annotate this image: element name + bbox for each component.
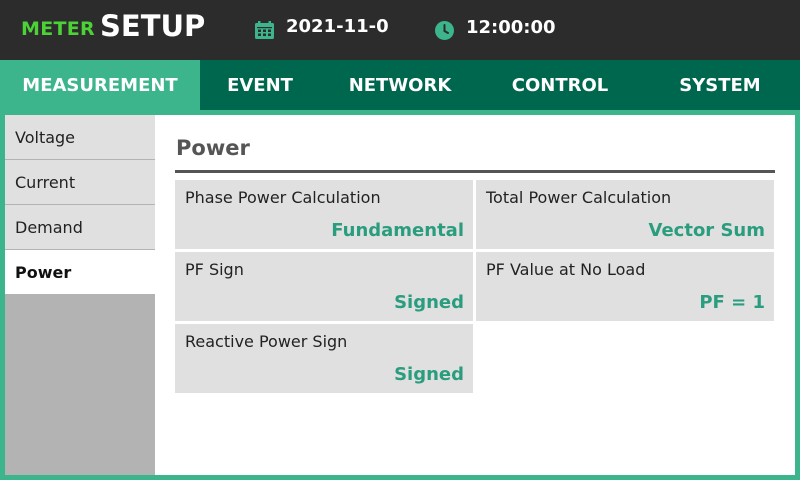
sidebar-item-demand[interactable]: Demand <box>5 205 155 249</box>
page-title: SETUP <box>100 9 206 43</box>
setting-label: Phase Power Calculation <box>185 188 381 207</box>
tab-control[interactable]: CONTROL <box>480 60 640 110</box>
brand-prefix: METER <box>21 18 95 40</box>
calendar-icon <box>255 21 274 39</box>
setting-value: PF = 1 <box>699 292 765 313</box>
sidebar-item-power[interactable]: Power <box>5 250 155 294</box>
setting-label: PF Value at No Load <box>486 260 646 279</box>
sidebar: Voltage Current Demand Power <box>5 115 155 475</box>
date-display: 2021-11-0 <box>286 16 389 37</box>
tab-system[interactable]: SYSTEM <box>640 60 800 110</box>
setting-reactive-power-sign[interactable]: Reactive Power Sign Signed <box>175 324 473 393</box>
setting-value: Signed <box>394 364 464 385</box>
setting-label: PF Sign <box>185 260 244 279</box>
setting-label: Reactive Power Sign <box>185 332 348 351</box>
setting-pf-sign[interactable]: PF Sign Signed <box>175 252 473 321</box>
setting-label: Total Power Calculation <box>486 188 672 207</box>
main-tab-bar: MEASUREMENT EVENT NETWORK CONTROL SYSTEM <box>0 60 800 110</box>
setting-value: Fundamental <box>331 220 464 241</box>
clock-icon <box>435 21 454 40</box>
setting-value: Vector Sum <box>648 220 765 241</box>
time-display: 12:00:00 <box>466 17 556 38</box>
tab-measurement[interactable]: MEASUREMENT <box>0 60 200 110</box>
section-title: Power <box>176 136 250 160</box>
sidebar-item-voltage[interactable]: Voltage <box>5 115 155 159</box>
setting-total-power-calculation[interactable]: Total Power Calculation Vector Sum <box>476 180 774 249</box>
setting-phase-power-calculation[interactable]: Phase Power Calculation Fundamental <box>175 180 473 249</box>
setting-value: Signed <box>394 292 464 313</box>
tab-event[interactable]: EVENT <box>200 60 320 110</box>
tab-network[interactable]: NETWORK <box>320 60 480 110</box>
setting-pf-value-at-no-load[interactable]: PF Value at No Load PF = 1 <box>476 252 774 321</box>
section-divider <box>175 170 775 173</box>
header-bar: METER SETUP 2021-11-0 12:00:00 <box>0 0 800 60</box>
sidebar-item-current[interactable]: Current <box>5 160 155 204</box>
